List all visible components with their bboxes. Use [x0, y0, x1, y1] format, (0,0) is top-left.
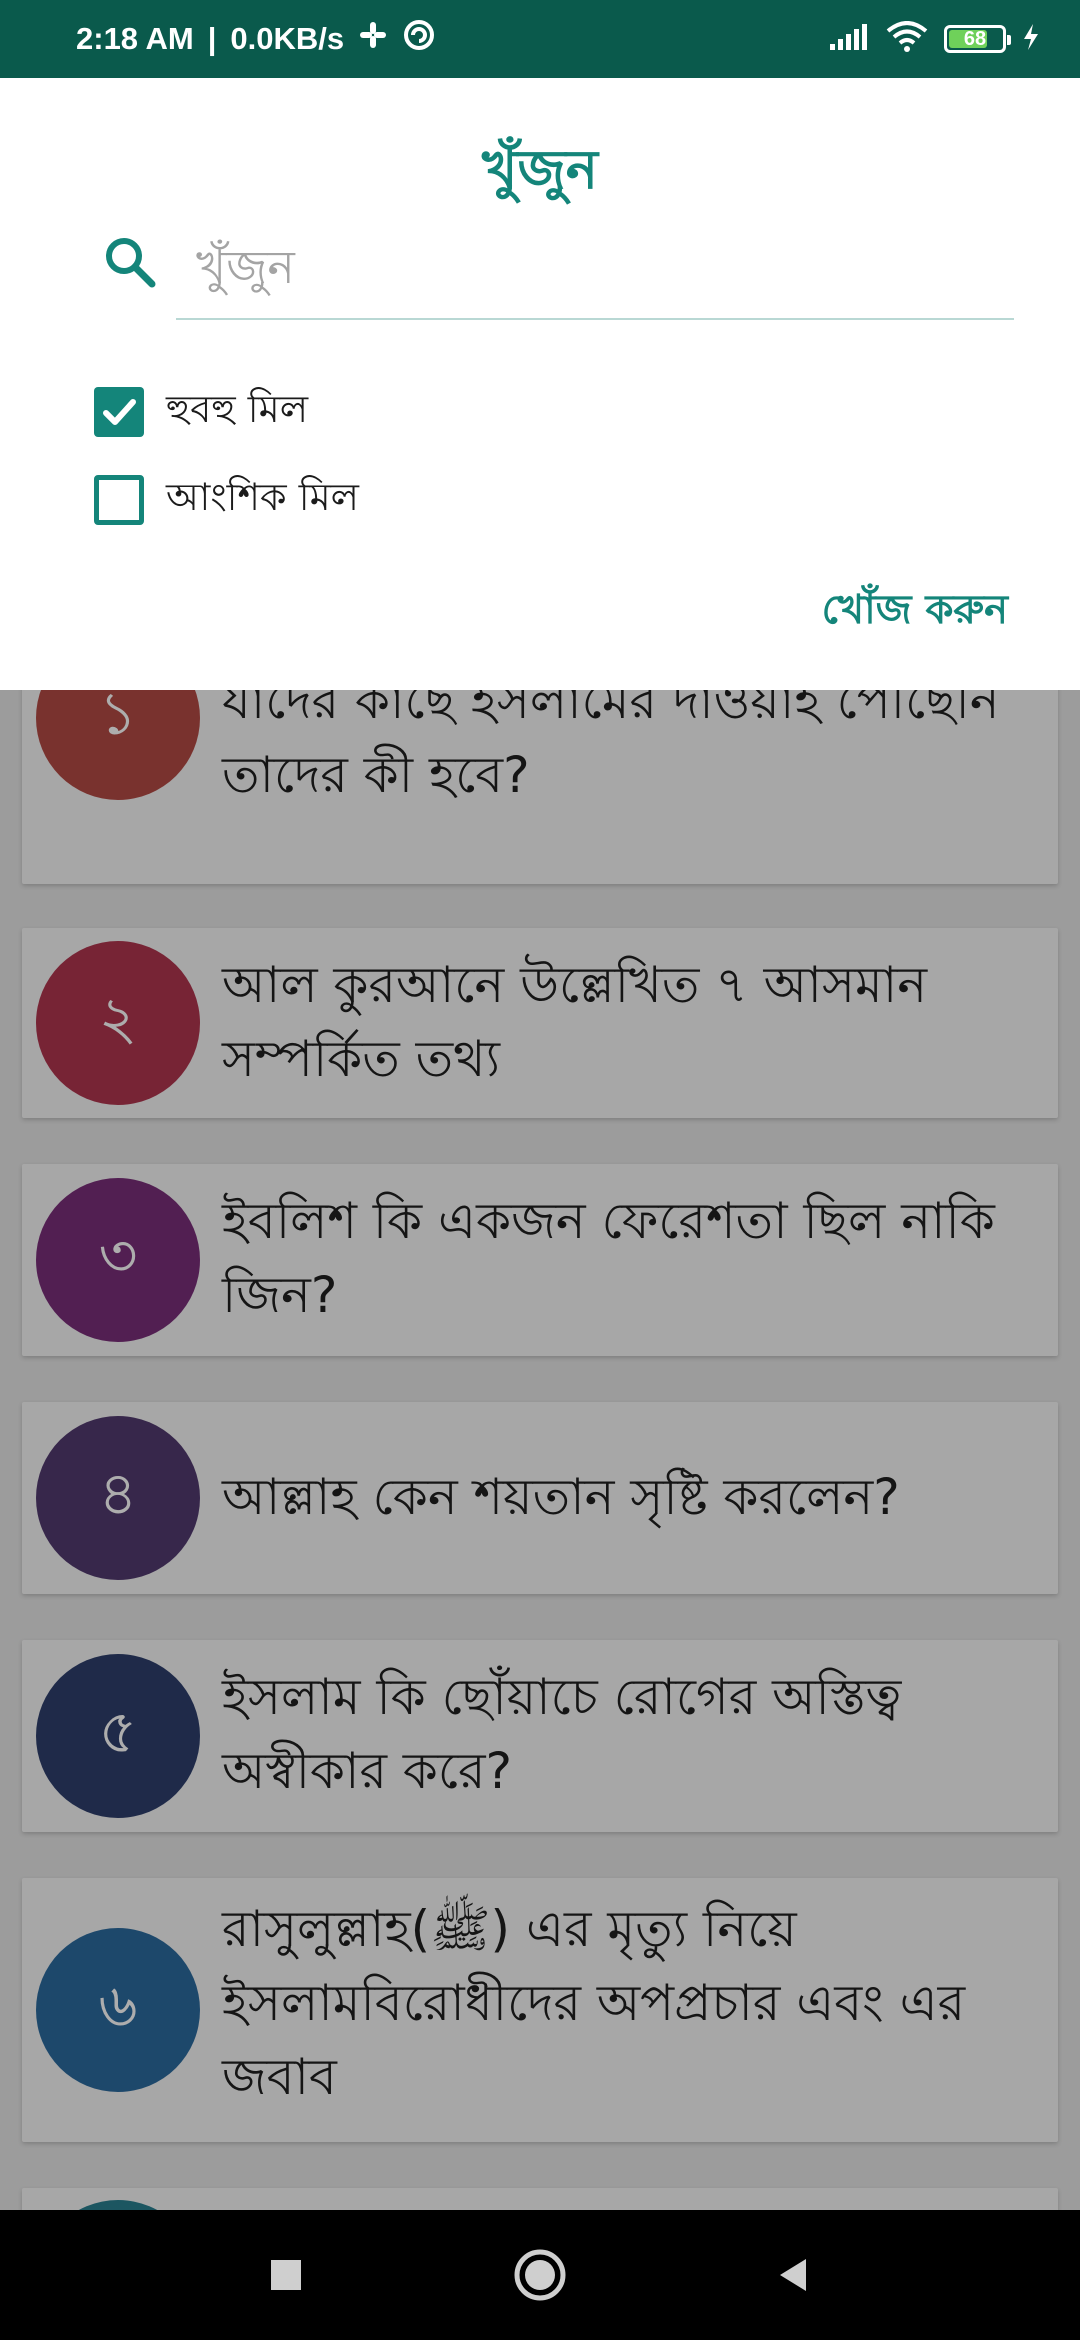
exact-match-option[interactable]: হুবহু মিল: [94, 380, 308, 444]
search-icon: [102, 234, 158, 290]
navigation-bar: [0, 2210, 1080, 2340]
status-time: 2:18 AM: [76, 21, 194, 56]
partial-match-option[interactable]: আংশিক মিল: [94, 468, 359, 532]
battery-icon: 68: [944, 25, 1011, 53]
exact-match-label: হুবহু মিল: [166, 387, 309, 431]
screen: 2:18 AM | 0.0KB/s 68 ১ যাদের কাছে ইসলামে…: [0, 0, 1080, 2340]
checkmark-icon: [103, 399, 136, 425]
partial-match-checkbox[interactable]: [94, 475, 144, 525]
charging-icon: [1022, 22, 1040, 56]
exact-match-checkbox[interactable]: [94, 387, 144, 437]
search-input[interactable]: [176, 216, 1014, 320]
dialog-title: খুঁজুন: [481, 138, 598, 201]
search-submit-button[interactable]: খোঁজ করুন: [822, 578, 1008, 645]
sync-icon: [402, 18, 436, 60]
search-dialog: খুঁজুন হুবহু মিল আংশিক মিল খোঁজ করুন: [0, 78, 1080, 690]
status-separator: |: [207, 21, 217, 56]
circle-icon: [514, 2249, 566, 2301]
status-left: 2:18 AM | 0.0KB/s: [76, 18, 436, 60]
wifi-icon: [886, 21, 928, 57]
back-triangle-icon: [780, 2259, 806, 2291]
recents-button[interactable]: [256, 2245, 316, 2305]
signal-icon: [828, 22, 870, 56]
status-right: 68: [828, 21, 1040, 57]
back-button[interactable]: [764, 2245, 824, 2305]
network-speed: 0.0KB/s: [230, 21, 345, 56]
slack-icon: [358, 20, 388, 58]
status-bar: 2:18 AM | 0.0KB/s 68: [0, 0, 1080, 78]
battery-level: 68: [963, 27, 987, 50]
home-button[interactable]: [510, 2245, 570, 2305]
partial-match-label: আংশিক মিল: [166, 475, 359, 519]
square-icon: [271, 2260, 301, 2290]
